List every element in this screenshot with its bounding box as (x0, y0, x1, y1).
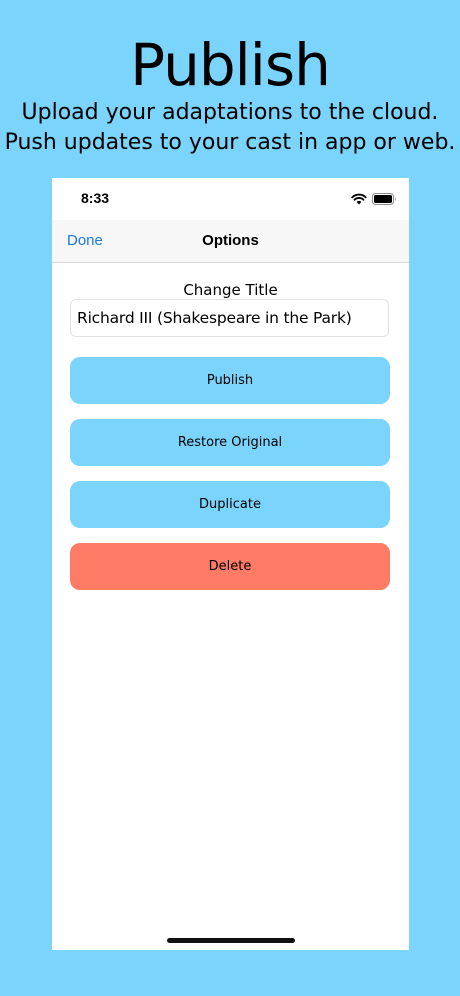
page-title: Options (202, 232, 259, 249)
navigation-bar: Done Options (52, 220, 409, 263)
title-input[interactable] (70, 299, 389, 337)
done-button[interactable]: Done (67, 232, 103, 249)
duplicate-button[interactable]: Duplicate (70, 481, 390, 528)
delete-button[interactable]: Delete (70, 543, 390, 590)
status-time: 8:33 (81, 190, 110, 206)
promo-subline-1: Upload your adaptations to the cloud. (21, 100, 439, 125)
wifi-icon (351, 193, 367, 205)
battery-icon (372, 193, 396, 205)
promo-subline-2: Push updates to your cast in app or web. (4, 130, 456, 155)
change-title-label: Change Title (183, 281, 278, 299)
promo-headline: Publish (130, 31, 331, 99)
phone-screen: 8:33 Done Options Change Title Publish R… (52, 178, 409, 950)
publish-button[interactable]: Publish (70, 357, 390, 404)
status-bar: 8:33 (52, 178, 409, 220)
home-indicator[interactable] (167, 938, 295, 943)
restore-original-button[interactable]: Restore Original (70, 419, 390, 466)
